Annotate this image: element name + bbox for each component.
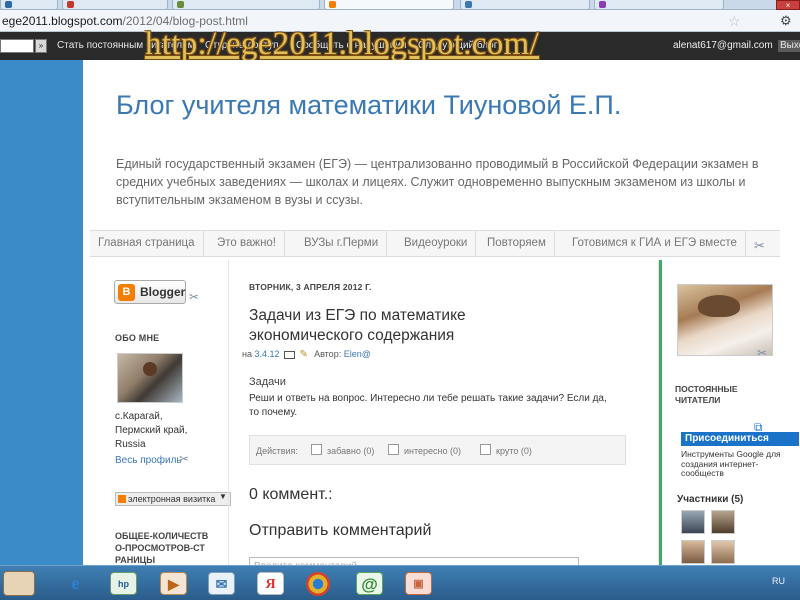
post-meta: на 3.4.12 ✎ Автор: Elen@ — [242, 349, 371, 360]
icq-icon[interactable]: @ — [356, 572, 383, 595]
widget-edit-tool-icon[interactable]: ✂ — [757, 346, 767, 360]
tab-video-lessons[interactable]: Видеоуроки — [396, 231, 477, 256]
about-heading: ОБО МНЕ — [115, 333, 160, 343]
reaction-funny-checkbox[interactable] — [311, 444, 322, 455]
reaction-cool-checkbox[interactable] — [480, 444, 491, 455]
start-button[interactable] — [3, 571, 35, 596]
tab-favicon-icon — [599, 1, 606, 8]
blog-title[interactable]: Блог учителя математики Тиуновой Е.П. — [116, 90, 621, 121]
tab-favicon-icon — [67, 1, 74, 8]
right-sidebar: ✂ ПОСТОЯННЫЕ ЧИТАТЕЛИ ⧉ Присоединиться И… — [658, 260, 800, 565]
reaction-interesting-checkbox[interactable] — [388, 444, 399, 455]
navbar-email: alenat617@gmail.com — [673, 40, 773, 51]
tab-favicon-icon — [465, 1, 472, 8]
profile-avatar[interactable] — [117, 353, 183, 403]
window-close-button[interactable]: × — [776, 0, 800, 10]
reactions-bar: Действия: забавно (0) интересно (0) крут… — [249, 435, 626, 465]
participant-avatar[interactable] — [711, 510, 735, 534]
tab-home[interactable]: Главная страница — [90, 231, 204, 256]
browser-tab[interactable] — [172, 0, 320, 10]
tab-favicon-icon — [177, 1, 184, 8]
language-indicator[interactable]: RU — [772, 576, 785, 586]
blog-post: ВТОРНИК, 3 АПРЕЛЯ 2012 Г. Задачи из ЕГЭ … — [228, 260, 658, 565]
tab-important[interactable]: Это важно! — [209, 231, 286, 256]
browser-tab[interactable] — [594, 0, 724, 10]
browser-tab-strip: × — [0, 0, 800, 10]
post-date: ВТОРНИК, 3 АПРЕЛЯ 2012 Г. — [249, 282, 372, 292]
browser-tab[interactable] — [62, 0, 168, 10]
hp-icon[interactable]: hp — [110, 572, 137, 595]
followers-heading: ПОСТОЯННЫЕ ЧИТАТЕЛИ — [675, 384, 738, 405]
mail-icon[interactable]: ✉ — [208, 572, 235, 595]
blog-tab-bar: Главная страница Это важно! ВУЗы г.Перми… — [90, 230, 780, 257]
comments-count: 0 коммент.: — [249, 486, 333, 503]
browser-tab[interactable] — [460, 0, 590, 10]
participant-avatar[interactable] — [711, 540, 735, 564]
edit-pencil-icon[interactable]: ✎ — [300, 349, 312, 360]
join-button[interactable]: Присоединиться — [681, 432, 799, 446]
post-subheading: Задачи — [249, 376, 286, 388]
navbar-search-input[interactable] — [0, 39, 34, 53]
internet-explorer-icon[interactable]: e — [62, 572, 89, 595]
participant-avatar[interactable] — [681, 510, 705, 534]
google-tools-note: Инструменты Google для создания интернет… — [681, 449, 781, 478]
navbar-search-button[interactable]: » — [35, 39, 47, 53]
navbar-logout-link[interactable]: Выход — [778, 40, 800, 52]
left-sidebar: B Blogger ✂ ОБО МНЕ с.Карагай, Пермский … — [83, 260, 231, 565]
blogger-button[interactable]: B Blogger — [114, 280, 186, 304]
send-comment-heading: Отправить комментарий — [249, 522, 432, 539]
blog-description: Единый государственный экзамен (ЕГЭ) — ц… — [116, 157, 759, 207]
tab-exam-prep[interactable]: Готовимся к ГИА и ЕГЭ вместе — [564, 231, 746, 256]
yandex-icon[interactable]: Я — [257, 572, 284, 595]
powerpoint-icon[interactable]: ▣ — [405, 572, 432, 595]
page-views-heading: ОБЩЕЕ-КОЛИЧЕСТВ О-ПРОСМОТРОВ-СТ РАНИЦЫ — [115, 531, 209, 565]
windows-taskbar: e hp ▶ ✉ Я @ ▣ RU — [0, 565, 800, 600]
participants-heading: Участники (5) — [677, 494, 744, 505]
browser-tab[interactable] — [0, 0, 58, 10]
email-post-icon[interactable] — [284, 350, 296, 359]
media-player-icon[interactable]: ▶ — [160, 572, 187, 595]
browser-tab-active[interactable] — [324, 0, 454, 10]
tab-edit-tool-icon[interactable]: ✂ — [754, 238, 765, 254]
widget-edit-tool-icon[interactable]: ✂ — [189, 290, 199, 304]
full-profile-link[interactable]: Весь профиль — [115, 455, 182, 466]
widget-edit-tool-icon[interactable]: ✂ — [179, 452, 189, 466]
watermark-url: http://ege2011.blogspot.com/ — [145, 26, 539, 62]
post-date-link[interactable]: 3.4.12 — [255, 349, 280, 359]
tab-review[interactable]: Повторяем — [479, 231, 555, 256]
tab-favicon-icon — [329, 1, 336, 8]
bookmark-star-icon[interactable]: ☆ — [728, 13, 741, 30]
comment-input[interactable]: Введите комментарий... — [249, 557, 579, 565]
business-card-widget[interactable]: электронная визитка — [115, 492, 231, 506]
tab-universities[interactable]: ВУЗы г.Перми — [296, 231, 388, 256]
wrench-menu-icon[interactable]: ⚙ — [780, 13, 792, 29]
blog-page: Блог учителя математики Тиуновой Е.П. Ед… — [83, 60, 800, 565]
dropdown-arrow-icon[interactable]: ▼ — [219, 492, 227, 501]
tab-favicon-icon — [5, 1, 12, 8]
blogger-logo-icon: B — [118, 284, 135, 301]
post-title[interactable]: Задачи из ЕГЭ по математике экономическо… — [249, 306, 549, 346]
post-author-link[interactable]: Elen@ — [344, 349, 371, 359]
participant-avatar[interactable] — [681, 540, 705, 564]
profile-location: с.Карагай, Пермский край, Russia — [115, 411, 188, 450]
chrome-icon[interactable] — [306, 572, 330, 596]
post-body: Реши и ответь на вопрос. Интересно ли те… — [249, 393, 607, 418]
